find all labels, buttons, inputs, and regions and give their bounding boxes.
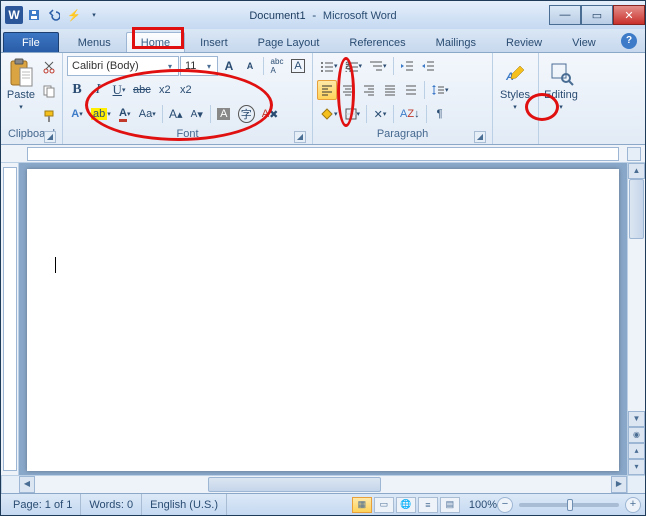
vertical-ruler[interactable] bbox=[1, 163, 19, 475]
scroll-up-icon[interactable]: ▲ bbox=[628, 163, 645, 179]
browse-object-icon[interactable]: ◉ bbox=[628, 427, 645, 443]
tab-insert[interactable]: Insert bbox=[185, 32, 243, 52]
asian-layout-button[interactable]: ✕▾ bbox=[370, 104, 390, 124]
align-right-button[interactable] bbox=[359, 80, 379, 100]
clipboard-launcher[interactable]: ◢ bbox=[44, 131, 56, 143]
align-left-button[interactable] bbox=[317, 80, 337, 100]
borders-button[interactable]: ▾ bbox=[342, 104, 364, 124]
enclose-characters-button[interactable]: 字 bbox=[235, 104, 258, 124]
next-page-icon[interactable]: ▾ bbox=[628, 459, 645, 475]
font-color-button[interactable]: A▾ bbox=[115, 104, 135, 124]
phonetic-guide-button[interactable]: abcA bbox=[267, 56, 287, 76]
shading-button[interactable]: ▾ bbox=[317, 104, 341, 124]
status-page[interactable]: Page: 1 of 1 bbox=[5, 494, 81, 515]
document-page[interactable] bbox=[27, 169, 619, 471]
find-icon bbox=[546, 58, 576, 88]
window-title: Document1 - Microsoft Word bbox=[1, 8, 645, 22]
paste-button[interactable]: Paste▾ bbox=[5, 55, 37, 128]
change-case-button[interactable]: Aa▾ bbox=[136, 104, 159, 124]
vertical-scrollbar[interactable]: ▲ ▼ ◉ ▴ ▾ bbox=[627, 163, 645, 475]
strikethrough-button[interactable]: abc bbox=[130, 80, 154, 100]
numbering-button[interactable]: 123▾ bbox=[342, 56, 366, 76]
scroll-right-icon[interactable]: ▶ bbox=[611, 476, 627, 493]
tab-mailings[interactable]: Mailings bbox=[421, 32, 491, 52]
font-launcher[interactable]: ◢ bbox=[294, 131, 306, 143]
decrease-indent-button[interactable] bbox=[397, 56, 417, 76]
view-outline-icon[interactable]: ≡ bbox=[418, 497, 438, 513]
paragraph-group-label: Paragraph bbox=[377, 128, 428, 140]
status-words[interactable]: Words: 0 bbox=[81, 494, 142, 515]
font-group-label: Font bbox=[176, 128, 198, 140]
horizontal-ruler[interactable] bbox=[1, 145, 645, 163]
line-spacing-button[interactable]: ▾ bbox=[428, 80, 452, 100]
font-size-combo[interactable]: 11▾ bbox=[180, 56, 218, 76]
view-print-layout-icon[interactable]: ▦ bbox=[352, 497, 372, 513]
tab-review[interactable]: Review bbox=[491, 32, 557, 52]
styles-group-label bbox=[497, 128, 534, 144]
shrink-font2-button[interactable]: A▾ bbox=[187, 104, 207, 124]
editing-button[interactable]: Editing▾ bbox=[543, 55, 579, 128]
format-painter-button[interactable] bbox=[39, 106, 59, 126]
prev-page-icon[interactable]: ▴ bbox=[628, 443, 645, 459]
hscroll-thumb[interactable] bbox=[208, 477, 381, 492]
multilevel-list-button[interactable]: ▾ bbox=[366, 56, 390, 76]
text-effects-button[interactable]: A▾ bbox=[67, 104, 87, 124]
help-icon[interactable]: ? bbox=[621, 33, 637, 49]
tab-menus[interactable]: Menus bbox=[63, 32, 126, 52]
paragraph-launcher[interactable]: ◢ bbox=[474, 131, 486, 143]
status-language[interactable]: English (U.S.) bbox=[142, 494, 227, 515]
horizontal-scrollbar[interactable]: ◀ ▶ bbox=[1, 475, 645, 493]
align-justify-button[interactable] bbox=[380, 80, 400, 100]
ruler-toggle[interactable] bbox=[627, 147, 641, 161]
text-cursor bbox=[55, 257, 56, 273]
superscript-button[interactable]: x2 bbox=[176, 80, 196, 100]
view-draft-icon[interactable]: ▤ bbox=[440, 497, 460, 513]
editing-group-label bbox=[543, 128, 585, 144]
sort-button[interactable]: AZ↓ bbox=[397, 104, 423, 124]
scroll-down-icon[interactable]: ▼ bbox=[628, 411, 645, 427]
highlight-button[interactable]: ab▾ bbox=[88, 104, 114, 124]
distributed-button[interactable] bbox=[401, 80, 421, 100]
align-center-button[interactable] bbox=[338, 80, 358, 100]
show-hide-button[interactable]: ¶ bbox=[430, 104, 450, 124]
scroll-thumb[interactable] bbox=[629, 179, 644, 239]
cut-button[interactable] bbox=[39, 57, 59, 77]
grow-font2-button[interactable]: A▴ bbox=[166, 104, 186, 124]
clear-formatting-button[interactable]: A✖ bbox=[259, 104, 282, 124]
character-shading-button[interactable]: A bbox=[214, 104, 234, 124]
tab-page-layout[interactable]: Page Layout bbox=[243, 32, 335, 52]
increase-indent-button[interactable] bbox=[418, 56, 438, 76]
view-web-layout-icon[interactable]: 🌐 bbox=[396, 497, 416, 513]
tab-references[interactable]: References bbox=[334, 32, 420, 52]
tab-home[interactable]: Home bbox=[126, 32, 185, 52]
character-border-button[interactable]: A bbox=[288, 56, 308, 76]
grow-font-button[interactable]: A bbox=[219, 56, 239, 76]
bold-button[interactable]: B bbox=[67, 80, 87, 100]
underline-button[interactable]: U▾ bbox=[109, 80, 129, 100]
zoom-level[interactable]: 100% bbox=[469, 499, 497, 511]
view-full-screen-icon[interactable]: ▭ bbox=[374, 497, 394, 513]
paste-icon bbox=[6, 58, 36, 88]
zoom-in-button[interactable]: + bbox=[625, 497, 641, 513]
tab-file[interactable]: File bbox=[3, 32, 59, 52]
shrink-font-button[interactable]: A bbox=[240, 56, 260, 76]
styles-button[interactable]: A Styles▾ bbox=[497, 55, 533, 128]
copy-button[interactable] bbox=[39, 81, 59, 101]
zoom-out-button[interactable]: − bbox=[497, 497, 513, 513]
styles-icon: A bbox=[500, 58, 530, 88]
scroll-left-icon[interactable]: ◀ bbox=[19, 476, 35, 493]
font-name-combo[interactable]: Calibri (Body)▾ bbox=[67, 56, 179, 76]
tab-view[interactable]: View bbox=[557, 32, 611, 52]
bullets-button[interactable]: ▾ bbox=[317, 56, 341, 76]
subscript-button[interactable]: x2 bbox=[155, 80, 175, 100]
italic-button[interactable]: I bbox=[88, 80, 108, 100]
zoom-slider[interactable] bbox=[519, 503, 619, 507]
